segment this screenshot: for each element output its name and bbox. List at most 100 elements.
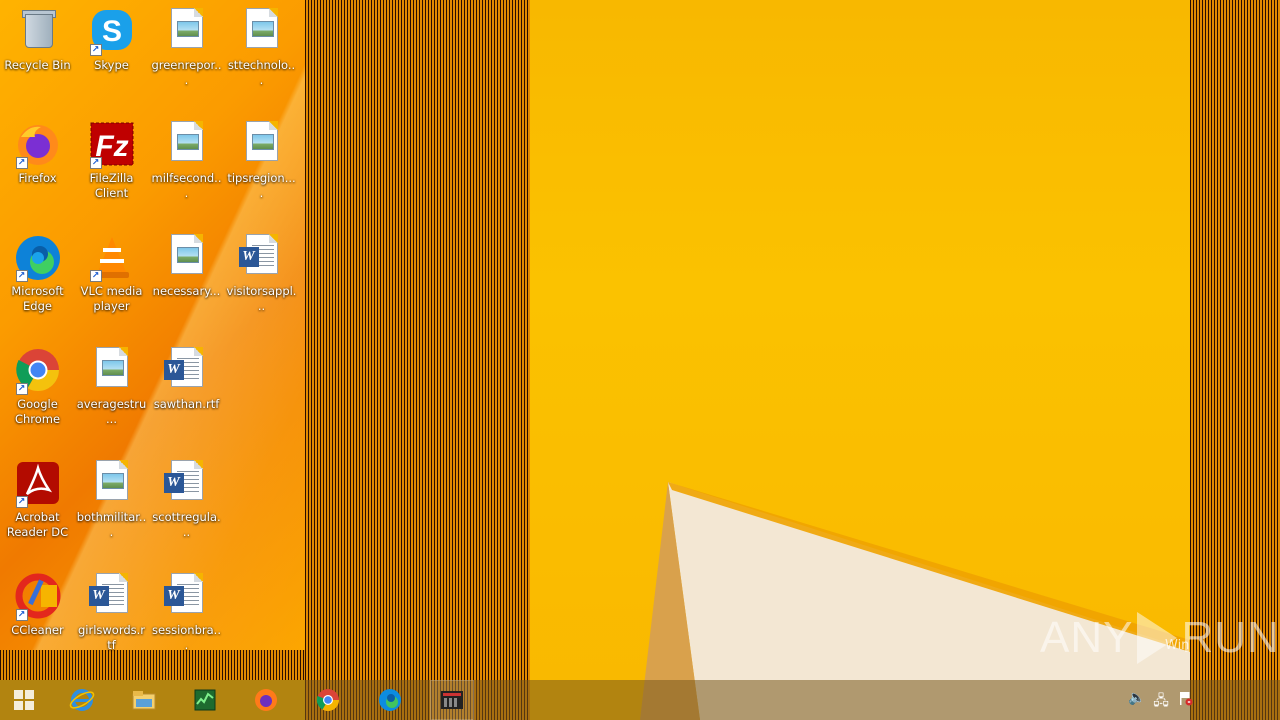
start-icon [14, 690, 34, 710]
image-file-icon [170, 121, 203, 161]
start-button[interactable] [2, 680, 46, 720]
desktop-icon-image-file[interactable]: bothmilitar... [74, 454, 149, 559]
desktop-icon-image-file[interactable]: greenrepor... [149, 2, 224, 107]
task-manager-icon [194, 689, 216, 711]
desktop-icon-label: greenrepor... [151, 58, 222, 87]
firefox-icon [255, 689, 277, 711]
desktop-icon-label: scottregula... [152, 510, 221, 539]
edge-icon [379, 689, 401, 711]
desktop-icon-label: tipsregion.... [227, 171, 296, 200]
desktop-icon-word-doc[interactable]: Wsawthan.rtf [149, 341, 224, 446]
desktop-icon-image: ↗ [14, 121, 62, 169]
tray-speaker[interactable]: 🔈 [1127, 690, 1147, 710]
desktop-icon-image-file[interactable]: tipsregion.... [224, 115, 299, 220]
image-file-icon [170, 234, 203, 274]
desktop-icon-image: W [88, 573, 136, 621]
desktop-icon-label: visitorsappl... [226, 284, 297, 313]
desktop-icon-image: Fz ↗ [88, 121, 136, 169]
taskbar-internet-explorer[interactable] [60, 680, 104, 720]
desktop-icon-image [238, 8, 286, 56]
desktop-icon-label: FileZilla Client [89, 171, 134, 200]
desktop-icon-image: ↗ [14, 573, 62, 621]
taskbar-file-explorer[interactable] [122, 680, 166, 720]
watermark-small-text: Win [1165, 638, 1190, 653]
desktop-icon-label: CCleaner [11, 623, 64, 637]
desktop-icon-chrome[interactable]: ↗ Google Chrome [0, 341, 75, 446]
taskbar-task-manager[interactable] [183, 680, 227, 720]
desktop-icon-image [14, 8, 62, 56]
desktop-icon-image: ↗ [14, 234, 62, 282]
taskbar-firefox[interactable] [244, 680, 288, 720]
desktop-icon-word-doc[interactable]: Wsessionbra... [149, 567, 224, 672]
desktop-icon-image: W [238, 234, 286, 282]
desktop-icon-word-doc[interactable]: Wgirlswords.rtf [74, 567, 149, 672]
desktop-icon-vlc[interactable]: ↗ VLC media player [74, 228, 149, 333]
desktop-icon-recycle-bin[interactable]: Recycle Bin [0, 2, 75, 107]
desktop-icon-label: milfsecond... [151, 171, 222, 200]
image-file-icon [245, 121, 278, 161]
desktop-icon-label: girlswords.rtf [77, 623, 146, 652]
desktop-icon-image-file[interactable]: milfsecond... [149, 115, 224, 220]
desktop-icon-image [163, 234, 211, 282]
desktop-icon-label: averagestru... [76, 397, 147, 426]
desktop-icon-image: W [163, 460, 211, 508]
desktop-icon-image: W [163, 573, 211, 621]
desktop-icon-image: ↗ [88, 234, 136, 282]
taskbar-chrome[interactable] [306, 680, 350, 720]
desktop-icon-skype[interactable]: S ↗ Skype [74, 2, 149, 107]
desktop-icon-label: sessionbra... [152, 623, 221, 652]
tray-action-center[interactable] [1175, 690, 1195, 710]
desktop-icon-image [238, 121, 286, 169]
desktop-icon-edge[interactable]: ↗ Microsoft Edge [0, 228, 75, 333]
desktop-icon-label: Acrobat Reader DC [6, 510, 69, 539]
word-document-icon: W [163, 460, 203, 500]
desktop-icon-image [88, 347, 136, 395]
svg-text:S: S [101, 15, 121, 48]
desktop-icon-label: Microsoft Edge [11, 284, 64, 313]
desktop-icon-label: sawthan.rtf [153, 397, 220, 411]
image-file-icon [95, 460, 128, 500]
word-document-icon: W [163, 573, 203, 613]
desktop-icon-filezilla[interactable]: Fz ↗ FileZilla Client [74, 115, 149, 220]
desktop-icon-label: Firefox [18, 171, 57, 185]
anyrun-watermark: ANY RUN [1040, 612, 1280, 664]
desktop-icon-label: Google Chrome [14, 397, 61, 426]
shortcut-arrow-icon: ↗ [15, 609, 28, 621]
desktop-icon-image: S ↗ [88, 8, 136, 56]
desktop-icon-image: W [163, 347, 211, 395]
taskbar-clock[interactable] [1208, 684, 1272, 718]
render-artifact-stripes [305, 0, 530, 720]
image-file-icon [245, 8, 278, 48]
file-explorer-icon [132, 691, 156, 710]
taskbar-active-app[interactable] [430, 680, 474, 720]
desktop-icon-label: necessary... [152, 284, 221, 298]
image-file-icon [95, 347, 128, 387]
shortcut-arrow-icon: ↗ [89, 157, 102, 169]
desktop-icon-label: sttechnolo... [227, 58, 296, 87]
desktop-icon-word-doc[interactable]: Wscottregula... [149, 454, 224, 559]
speaker-icon: 🔈 [1128, 690, 1146, 706]
flag-icon [1180, 692, 1193, 706]
internet-explorer-icon [69, 689, 95, 711]
desktop-icon-image-file[interactable]: necessary... [149, 228, 224, 333]
desktop-icon-ccleaner[interactable]: ↗ CCleaner [0, 567, 75, 672]
shortcut-arrow-icon: ↗ [15, 496, 28, 508]
recycle-bin-icon [21, 8, 56, 48]
shortcut-arrow-icon: ↗ [89, 44, 102, 56]
desktop-icon-acrobat[interactable]: ↗ Acrobat Reader DC [0, 454, 75, 559]
desktop-icon-image [163, 8, 211, 56]
desktop-icon-image-file[interactable]: sttechnolo... [224, 2, 299, 107]
tray-network[interactable]: 🖧 [1151, 690, 1171, 710]
desktop-icon-image: ↗ [14, 460, 62, 508]
desktop-icon-firefox[interactable]: ↗ Firefox [0, 115, 75, 220]
taskbar-edge[interactable] [368, 680, 412, 720]
shortcut-arrow-icon: ↗ [15, 383, 28, 395]
desktop-icon-label: Recycle Bin [4, 58, 71, 72]
app-icon [441, 691, 463, 709]
desktop-icon-word-doc[interactable]: Wvisitorsappl... [224, 228, 299, 333]
desktop-icon-image [88, 460, 136, 508]
desktop-icon-image [163, 121, 211, 169]
chrome-icon [316, 689, 339, 711]
desktop-icon-label: Skype [94, 58, 129, 72]
desktop-icon-image-file[interactable]: averagestru... [74, 341, 149, 446]
